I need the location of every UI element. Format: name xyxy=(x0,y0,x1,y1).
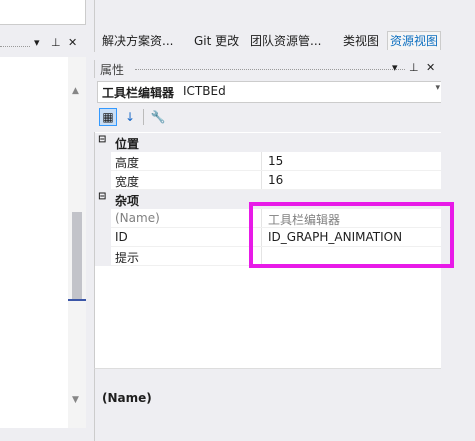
object-selector[interactable]: 工具栏编辑器 ICTBEd ▾ xyxy=(97,81,444,103)
tool-window-tabs: 解决方案资... Git 更改 团队资源管... 类视图 资源视图 xyxy=(94,28,475,52)
grip-line xyxy=(135,69,405,70)
scroll-down-icon[interactable]: ▼ xyxy=(72,395,79,405)
collapse-icon[interactable]: ⊟ xyxy=(98,191,106,202)
category-label: 位置 xyxy=(115,137,140,151)
property-description: (Name) xyxy=(94,368,442,441)
right-panel-top xyxy=(94,0,475,28)
scroll-up-icon[interactable]: ▲ xyxy=(72,86,79,96)
category-row[interactable]: ⊟ 位置 xyxy=(95,133,442,152)
categorized-icon[interactable]: ▦ xyxy=(99,108,117,126)
property-name: 提示 xyxy=(115,251,140,265)
pin-icon[interactable]: ⊥ xyxy=(51,36,61,49)
tab-class-view[interactable]: 类视图 xyxy=(343,32,379,50)
property-name: (Name) xyxy=(115,211,160,225)
left-panel-header: ▾ ⊥ ✕ xyxy=(0,35,88,55)
dropdown-icon[interactable]: ▾ xyxy=(392,61,398,74)
properties-toolbar: ▦ ↓ 🔧 xyxy=(97,106,442,130)
description-name: (Name) xyxy=(102,391,152,405)
alphabetical-sort-icon[interactable]: ↓ xyxy=(121,108,139,126)
left-panel-top xyxy=(0,0,86,25)
chevron-down-icon[interactable]: ▾ xyxy=(435,83,440,93)
close-icon[interactable]: ✕ xyxy=(426,61,435,74)
property-name: ID xyxy=(115,230,128,244)
property-name: 高度 xyxy=(115,156,140,170)
property-name: 宽度 xyxy=(115,175,140,189)
object-name: 工具栏编辑器 xyxy=(102,86,175,100)
left-panel-content xyxy=(0,57,68,428)
tab-git-changes[interactable]: Git 更改 xyxy=(194,32,239,50)
pin-icon[interactable]: ⊥ xyxy=(409,61,419,74)
close-icon[interactable]: ✕ xyxy=(68,36,77,49)
property-pages-icon[interactable]: 🔧 xyxy=(149,108,167,126)
property-value[interactable]: 15 xyxy=(268,154,283,168)
scrollbar-thumb[interactable] xyxy=(72,212,82,299)
left-vertical-scrollbar[interactable]: ▲ ▼ xyxy=(68,57,86,428)
highlight-box xyxy=(249,202,454,268)
tab-solution-explorer[interactable]: 解决方案资... xyxy=(102,32,173,50)
caret-marker xyxy=(68,299,86,301)
object-type: ICTBEd xyxy=(183,84,226,98)
property-row[interactable]: 高度 15 xyxy=(95,152,442,171)
toolbar-separator xyxy=(143,109,144,125)
properties-title: 属性 xyxy=(100,63,125,77)
dropdown-icon[interactable]: ▾ xyxy=(34,36,40,49)
left-panel-footer xyxy=(0,428,94,440)
tab-team-explorer[interactable]: 团队资源管... xyxy=(250,32,321,50)
collapse-icon[interactable]: ⊟ xyxy=(98,134,106,145)
tab-resource-view[interactable]: 资源视图 xyxy=(387,31,442,50)
category-label: 杂项 xyxy=(115,194,140,208)
property-row[interactable]: 宽度 16 xyxy=(95,171,442,190)
grip-line xyxy=(0,46,30,47)
properties-header: 属性 ▾ ⊥ ✕ xyxy=(94,60,475,78)
property-value[interactable]: 16 xyxy=(268,173,283,187)
